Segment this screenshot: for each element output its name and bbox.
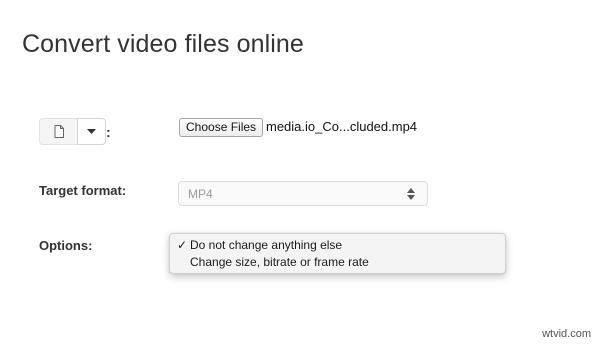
option-label: Do not change anything else: [190, 238, 343, 252]
updown-arrows-icon: [407, 188, 415, 200]
choose-files-button[interactable]: Choose Files: [179, 118, 264, 137]
watermark: wtvid.com: [542, 328, 591, 340]
source-colon: :: [106, 124, 111, 140]
source-selector: [39, 118, 106, 145]
option-keep-unchanged[interactable]: ✓ Do not change anything else: [170, 237, 505, 254]
options-dropdown-list[interactable]: ✓ Do not change anything else Change siz…: [169, 233, 506, 274]
target-format-select[interactable]: MP4: [178, 181, 428, 206]
source-dropdown-button[interactable]: [77, 118, 106, 145]
target-format-value: MP4: [188, 187, 213, 201]
caret-down-icon: [87, 129, 96, 134]
options-label: Options:: [39, 238, 93, 253]
file-icon: [54, 125, 64, 138]
option-label: Change size, bitrate or frame rate: [190, 255, 369, 269]
file-source-button[interactable]: [39, 118, 77, 145]
target-format-label: Target format:: [39, 183, 127, 198]
page-title: Convert video files online: [22, 30, 304, 58]
selected-file-name: media.io_Co...cluded.mp4: [266, 119, 418, 134]
option-change-settings[interactable]: Change size, bitrate or frame rate: [170, 254, 505, 271]
checkmark-icon: ✓: [177, 238, 188, 252]
